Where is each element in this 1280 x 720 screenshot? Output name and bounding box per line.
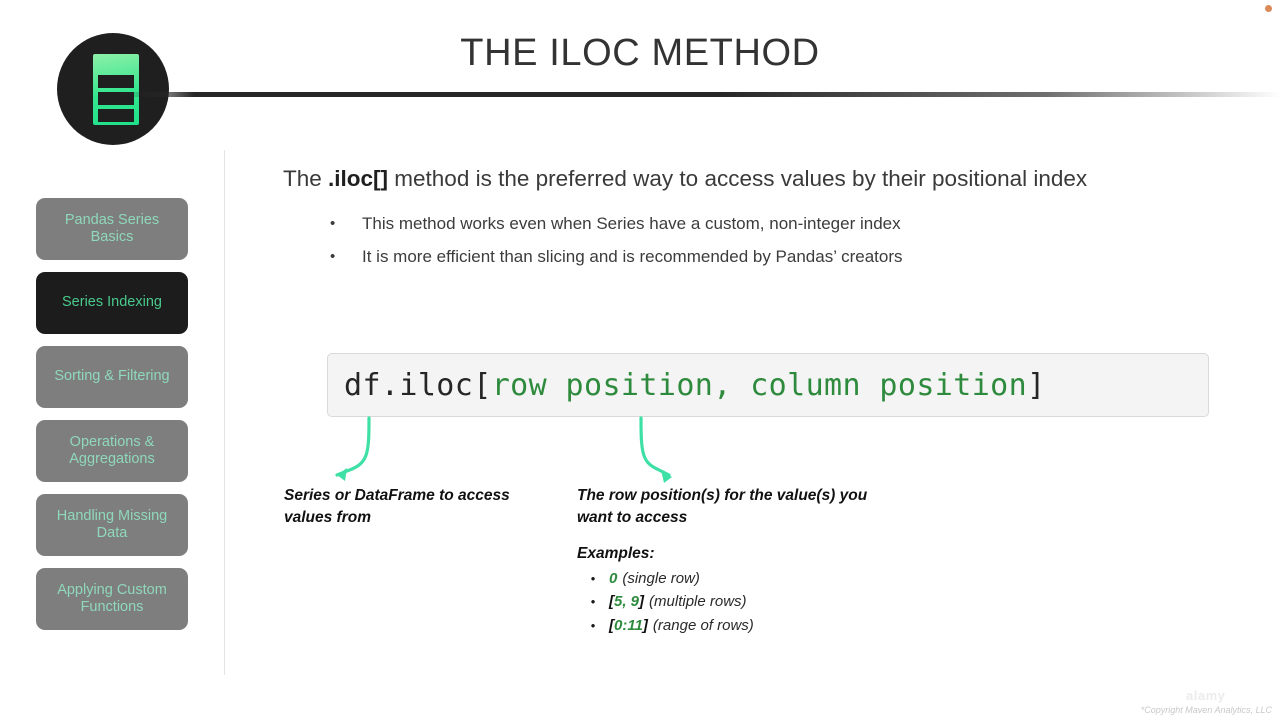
sidebar-item-label: Operations & Aggregations [69,433,155,467]
bullet-marker-icon: • [590,617,596,633]
list-item: • 0 (single row) [577,567,907,590]
arrow-right-path [639,416,671,477]
example-code-close: ] [642,616,648,634]
bullet-list: • This method works even when Series hav… [330,212,1190,277]
copyright-notice: *Copyright Maven Analytics, LLC [1140,705,1272,715]
example-code: 0 [609,567,617,590]
callout-left-label: Series or DataFrame to access values fro… [284,487,510,526]
slide-title: THE ILOC METHOD [460,32,820,74]
list-item: • [5, 9] (multiple rows) [577,590,907,613]
example-code-value: 0 [609,570,618,587]
sidebar-item-applying-custom-functions[interactable]: Applying Custom Functions [36,568,188,630]
sidebar-item-label: Pandas Series Basics [64,211,160,245]
example-note: (single row) [622,570,700,587]
logo-mark [93,54,139,125]
lede-after: method is the preferred way to access va… [388,166,1088,191]
lede-keyword: .iloc[] [328,166,389,191]
code-syntax-box: df.iloc[row position, column position] [327,353,1209,417]
maven-analytics-logo-icon [57,33,169,145]
sidebar-item-label: Series Indexing [62,294,162,311]
sidebar-item-pandas-series-basics[interactable]: Pandas Series Basics [36,198,188,260]
arrow-right-head-icon [661,470,672,483]
list-item-label: It is more efficient than slicing and is… [362,246,903,266]
list-item: • [0:11] (range of rows) [577,614,907,637]
bullet-marker-icon: • [330,247,336,265]
list-item-label: This method works even when Series have … [362,214,901,233]
slide-header: THE ILOC METHOD [0,0,1280,150]
sidebar-item-label: Handling Missing Data [56,507,168,541]
arrow-left-head-icon [337,468,347,481]
header-divider [112,92,1280,97]
arrow-left-path [335,416,371,477]
list-item: • This method works even when Series hav… [330,212,1190,237]
section-nav-sidebar: Pandas Series Basics Series Indexing Sor… [36,198,188,642]
bullet-marker-icon: • [590,571,596,586]
example-code: [0:11] [609,614,648,637]
bullet-marker-icon: • [590,594,596,610]
code-arg-row-position: row position [491,367,714,403]
callout-right-label: The row position(s) for the value(s) you… [577,487,868,526]
sidebar-item-sorting-filtering[interactable]: Sorting & Filtering [36,346,188,408]
sidebar-item-operations-aggregations[interactable]: Operations & Aggregations [36,420,188,482]
sidebar-content-divider [224,150,225,675]
code-arg-column-position: column position [750,367,1028,403]
sidebar-item-handling-missing-data[interactable]: Handling Missing Data [36,494,188,556]
code-prefix: df.iloc[ [344,367,492,403]
code-suffix: ] [1027,367,1046,403]
code-separator: , [713,367,751,403]
lede-before: The [283,166,329,191]
sidebar-item-series-indexing[interactable]: Series Indexing [36,272,188,334]
examples-title: Examples: [577,545,655,562]
bullet-marker-icon: • [330,215,336,232]
example-note: (multiple rows) [649,593,747,611]
list-item: • It is more efficient than slicing and … [330,245,1190,270]
example-code-close: ] [639,593,645,611]
example-code-value: 5, 9 [614,593,640,611]
alamy-watermark: alamy [1186,688,1226,703]
example-code: [5, 9] [609,590,644,613]
logo-bar [98,75,134,88]
lede-statement: The .iloc[] method is the preferred way … [283,166,1087,192]
sidebar-item-label: Sorting & Filtering [54,368,170,385]
example-note: (range of rows) [652,616,754,634]
sidebar-item-label: Applying Custom Functions [57,581,167,615]
logo-bar [98,109,134,122]
example-code-value: 0:11 [614,616,643,634]
examples-block: Examples: • 0 (single row) • [5, 9] (mul… [577,545,907,637]
code-syntax-text: df.iloc[row position, column position] [328,368,1046,403]
